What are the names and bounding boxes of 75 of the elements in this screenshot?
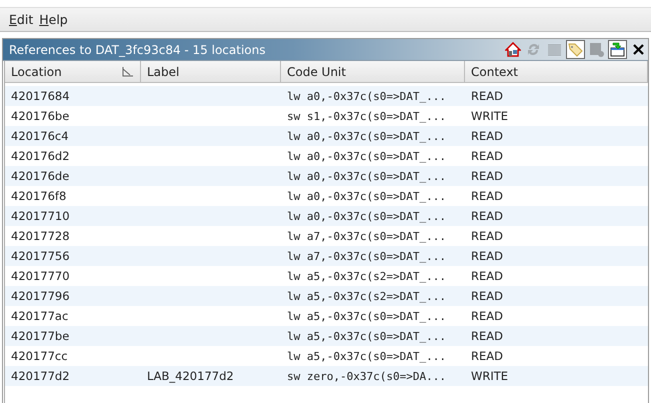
table-cell-text: READ — [470, 328, 504, 345]
table-cell-text: lw a0,-0x37c(s0=>DAT_... — [286, 188, 447, 205]
table-cell-text: 420177be — [10, 328, 70, 345]
table-cell-text: lw a7,-0x37c(s0=>DAT_... — [286, 248, 447, 265]
table-cell-text: 420177ac — [10, 308, 70, 325]
table-cell-text: 420176d2 — [10, 148, 71, 165]
table-cell-text: 42017770 — [10, 268, 71, 285]
column-title: Label — [147, 64, 180, 78]
table-cell-text: lw a0,-0x37c(s0=>DAT_... — [286, 128, 447, 145]
table-row[interactable]: 42017796 lw a5,-0x37c(s2=>DAT_... READ — [5, 286, 648, 306]
table-row[interactable]: 420176de lw a0,-0x37c(s0=>DAT_... READ — [5, 166, 648, 186]
table-cell-text: READ — [470, 128, 504, 145]
column-title: Code Unit — [287, 64, 346, 78]
column-title: Location — [11, 64, 62, 78]
table-row[interactable]: 420177be lw a5,-0x37c(s0=>DAT_... READ — [5, 326, 648, 346]
table-cell-text: lw a5,-0x37c(s0=>DAT_... — [286, 348, 447, 365]
table-cell-text: READ — [470, 208, 504, 225]
export-button[interactable] — [608, 40, 627, 59]
table-cell-text: READ — [470, 268, 504, 285]
table-cell-text: WRITE — [470, 108, 510, 125]
home-button[interactable] — [503, 40, 522, 59]
table-cell-text: 420177cc — [10, 348, 69, 365]
table-cell-text: 420176de — [10, 168, 70, 185]
menu-item[interactable]: Edit — [9, 12, 34, 27]
table-cell-text: 42017756 — [10, 248, 71, 265]
table-cell-text: lw a0,-0x37c(s0=>DAT_... — [286, 88, 447, 105]
panel-title: References to DAT_3fc93c84 - 15 locations — [9, 42, 266, 56]
table-row[interactable]: 420177d2 LAB_420177d2 sw zero,-0x37c(s0=>DA... WRITE — [5, 366, 648, 386]
table-row[interactable]: 42017684 lw a0,-0x37c(s0=>DAT_... READ — [5, 86, 648, 106]
table-cell-text: READ — [470, 348, 504, 365]
table-cell-text: lw a5,-0x37c(s0=>DAT_... — [286, 328, 447, 345]
table-cell-text: READ — [470, 88, 504, 105]
table-cell-text: 420177d2 — [10, 368, 71, 385]
column-header[interactable]: Location — [5, 61, 141, 83]
lines-icon — [548, 44, 561, 56]
column-header[interactable]: Code Unit — [281, 61, 465, 83]
table-cell-text: 42017684 — [10, 88, 71, 105]
table-cell-text: 420176c4 — [10, 128, 70, 145]
table-cell-text: 42017728 — [10, 228, 71, 245]
column-title: Context — [471, 64, 518, 78]
table-cell-text: READ — [470, 148, 504, 165]
table-cell-text: lw a5,-0x37c(s2=>DAT_... — [286, 288, 447, 305]
table-row[interactable]: 42017710 lw a0,-0x37c(s0=>DAT_... READ — [5, 206, 648, 226]
column-header[interactable]: Label — [141, 61, 281, 83]
table-cell-text: lw a7,-0x37c(s0=>DAT_... — [286, 228, 447, 245]
tag-button[interactable] — [566, 40, 585, 59]
table-cell-text: LAB_420177d2 — [146, 368, 235, 385]
table-cell-text: sw zero,-0x37c(s0=>DA... — [286, 368, 447, 384]
table-cell-text: READ — [470, 168, 504, 185]
table-cell-text: 420176f8 — [10, 188, 68, 205]
table-row[interactable]: 42017756 lw a7,-0x37c(s0=>DAT_... READ — [5, 246, 648, 266]
table-cell-text: lw a5,-0x37c(s0=>DAT_... — [286, 308, 447, 325]
table-cell-text: READ — [470, 308, 504, 325]
table-cell-text: lw a0,-0x37c(s0=>DAT_... — [286, 168, 447, 185]
table-cell-text: lw a0,-0x37c(s0=>DAT_... — [286, 208, 447, 225]
table-cell-text: READ — [470, 248, 504, 265]
table-cell-text: 420176be — [10, 108, 70, 125]
table-cell-text: sw s1,-0x37c(s0=>DAT_... — [286, 108, 447, 125]
table-cell-text: lw a5,-0x37c(s2=>DAT_... — [286, 268, 447, 285]
table-cell-text: 42017796 — [10, 288, 71, 305]
home-icon — [504, 42, 520, 57]
table-cell-text: READ — [470, 228, 504, 245]
table-cell-text: READ — [470, 288, 504, 305]
table-icon — [589, 42, 604, 57]
tag-icon — [568, 42, 583, 57]
table-row[interactable]: 420176c4 lw a0,-0x37c(s0=>DAT_... READ — [5, 126, 648, 146]
table-cell-text: WRITE — [470, 368, 510, 385]
table-cell-text: READ — [470, 188, 504, 205]
table-cell-text: lw a0,-0x37c(s0=>DAT_... — [286, 148, 447, 165]
export-icon — [610, 42, 625, 57]
close-icon — [633, 44, 644, 55]
refresh-icon — [526, 42, 541, 57]
column-header[interactable]: Context — [465, 61, 648, 83]
table-cell-text: 42017710 — [10, 208, 71, 225]
menu-item[interactable]: Help — [39, 12, 68, 27]
